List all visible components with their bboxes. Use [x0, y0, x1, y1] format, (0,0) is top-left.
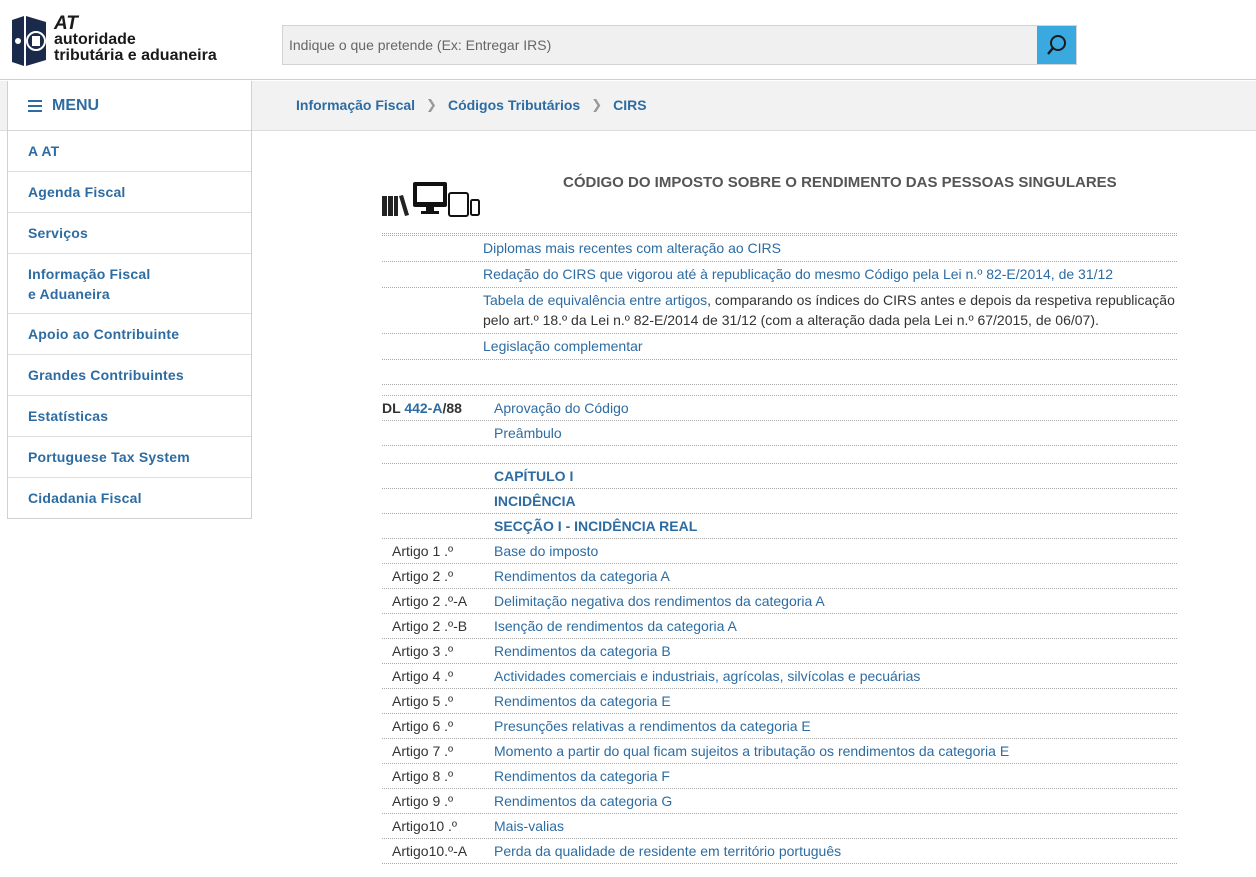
article-number: Artigo 1 .º	[392, 543, 454, 559]
table-row: SECÇÃO I - INCIDÊNCIA REAL	[382, 514, 1177, 539]
article-link[interactable]: Rendimentos da categoria B	[494, 641, 671, 661]
sidebar-item-informacao-fiscal[interactable]: Informação Fiscal e Aduaneira	[8, 254, 178, 314]
article-number: Artigo 2 .º-B	[392, 618, 468, 634]
at-logo[interactable]: AT autoridade tributária e aduaneira	[8, 12, 223, 72]
breadcrumb-chevron-icon: ❯	[426, 97, 437, 112]
search-box	[282, 25, 1077, 65]
dl-reference: DL 442-A/88	[382, 398, 494, 418]
heading-seccao[interactable]: SECÇÃO I - INCIDÊNCIA REAL	[494, 516, 697, 536]
dl-prefix: DL	[382, 400, 405, 416]
article-link[interactable]: Actividades comerciais e industriais, ag…	[494, 666, 920, 686]
article-link[interactable]: Momento a partir do qual ficam sujeitos …	[494, 741, 1009, 761]
article-number: Artigo10 .º	[392, 818, 458, 834]
article-link[interactable]: Rendimentos da categoria F	[494, 766, 670, 786]
article-link[interactable]: Delimitação negativa dos rendimentos da …	[494, 591, 825, 611]
logo-line-2: autoridade	[54, 31, 136, 48]
content-list: Diplomas mais recentes com alteração ao …	[382, 233, 1177, 864]
article-number: Artigo 6 .º	[392, 718, 454, 734]
sidebar-item-servicos[interactable]: Serviços	[8, 213, 251, 254]
sidebar-item-cidadania-fiscal[interactable]: Cidadania Fiscal	[8, 478, 251, 518]
link-preambulo[interactable]: Preâmbulo	[494, 423, 562, 443]
site-header: AT autoridade tributária e aduaneira	[0, 0, 1256, 80]
article-number: Artigo10.º-A	[392, 843, 468, 859]
table-row: Artigo 3 .º Rendimentos da categoria B	[382, 639, 1177, 664]
sidebar-item-a-at[interactable]: A AT	[8, 131, 251, 172]
breadcrumb-informacao-fiscal[interactable]: Informação Fiscal	[296, 97, 415, 113]
logo-line-1: AT	[54, 13, 78, 34]
article-link[interactable]: Rendimentos da categoria G	[494, 791, 672, 811]
article-link[interactable]: Mais-valias	[494, 816, 564, 836]
devices-icon	[382, 182, 480, 217]
table-row: INCIDÊNCIA	[382, 489, 1177, 514]
spacer-row	[382, 446, 1177, 464]
table-row: Artigo 6 .º Presunções relativas a rendim…	[382, 714, 1177, 739]
article-link[interactable]: Presunções relativas a rendimentos da ca…	[494, 716, 811, 736]
list-item: Legislação complementar	[382, 334, 1177, 360]
dl-number-link[interactable]: 442-A	[404, 400, 442, 416]
article-number: Artigo 2 .º	[392, 568, 454, 584]
logo-text: AT autoridade tributária e aduaneira	[54, 13, 217, 64]
link-legislacao-complementar[interactable]: Legislação complementar	[483, 336, 643, 356]
table-row: CAPÍTULO I	[382, 464, 1177, 489]
breadcrumb-codigos-tributarios[interactable]: Códigos Tributários	[448, 97, 580, 113]
table-row: Artigo10.º-A Perda da qualidade de reside…	[382, 839, 1177, 864]
table-row: DL 442-A/88 Aprovação do Código	[382, 396, 1177, 421]
article-link[interactable]: Perda da qualidade de residente em terri…	[494, 841, 841, 861]
menu-label: MENU	[52, 96, 100, 114]
list-item: Redação do CIRS que vigorou até à republ…	[382, 262, 1177, 288]
breadcrumb: Informação Fiscal ❯ Códigos Tributários …	[296, 97, 647, 113]
sidebar-menu: MENU A AT Agenda Fiscal Serviços Informa…	[7, 81, 252, 519]
table-row: Artigo 7 .º Momento a partir do qual fica…	[382, 739, 1177, 764]
article-number: Artigo 4 .º	[392, 668, 454, 684]
heading-incidencia[interactable]: INCIDÊNCIA	[494, 491, 576, 511]
table-row: Artigo 5 .º Rendimentos da categoria E	[382, 689, 1177, 714]
table-row: Artigo10 .º Mais-valias	[382, 814, 1177, 839]
list-item: Tabela de equivalência entre artigos, co…	[382, 288, 1177, 334]
table-row: Artigo 2 .º-B Isenção de rendimentos da c…	[382, 614, 1177, 639]
menu-toggle[interactable]: MENU	[8, 81, 251, 131]
sidebar-item-agenda-fiscal[interactable]: Agenda Fiscal	[8, 172, 251, 213]
page-title: CÓDIGO DO IMPOSTO SOBRE O RENDIMENTO DAS…	[563, 174, 1117, 191]
table-row: Artigo 2 .º-A Delimitação negativa dos re…	[382, 589, 1177, 614]
logo-line-3: tributária e aduaneira	[54, 47, 217, 64]
search-button[interactable]	[1037, 26, 1076, 64]
article-link[interactable]: Rendimentos da categoria A	[494, 566, 670, 586]
link-tabela-equivalencia[interactable]: Tabela de equivalência entre artigos	[483, 292, 707, 308]
articles-list: Artigo 1 .º Base do imposto Artigo 2 .º Ren…	[382, 539, 1177, 864]
table-row: Artigo 1 .º Base do imposto	[382, 539, 1177, 564]
hamburger-icon	[28, 97, 42, 115]
article-number: Artigo 5 .º	[392, 693, 454, 709]
heading-capitulo[interactable]: CAPÍTULO I	[494, 466, 573, 486]
article-number: Artigo 2 .º-A	[392, 593, 468, 609]
article-number: Artigo 9 .º	[392, 793, 454, 809]
sidebar-item-apoio-contribuinte[interactable]: Apoio ao Contribuinte	[8, 314, 251, 355]
link-redacao-cirs[interactable]: Redação do CIRS que vigorou até à republ…	[483, 264, 1113, 284]
link-diplomas-recentes[interactable]: Diplomas mais recentes com alteração ao …	[483, 238, 781, 258]
list-item: Diplomas mais recentes com alteração ao …	[382, 236, 1177, 262]
table-row: Preâmbulo	[382, 421, 1177, 446]
search-icon	[1047, 35, 1066, 55]
sidebar-item-grandes-contribuintes[interactable]: Grandes Contribuintes	[8, 355, 251, 396]
article-link[interactable]: Rendimentos da categoria E	[494, 691, 671, 711]
table-row: Artigo 4 .º Actividades comerciais e indu…	[382, 664, 1177, 689]
article-number: Artigo 7 .º	[392, 743, 454, 759]
dl-suffix: /88	[442, 400, 462, 416]
sidebar-item-estatisticas[interactable]: Estatísticas	[8, 396, 251, 437]
sidebar-item-portuguese-tax-system[interactable]: Portuguese Tax System	[8, 437, 251, 478]
article-link[interactable]: Isenção de rendimentos da categoria A	[494, 616, 737, 636]
table-row: Artigo 8 .º Rendimentos da categoria F	[382, 764, 1177, 789]
table-row: Artigo 2 .º Rendimentos da categoria A	[382, 564, 1177, 589]
at-emblem-icon	[12, 16, 46, 66]
breadcrumb-cirs[interactable]: CIRS	[613, 97, 646, 113]
table-row: Artigo 9 .º Rendimentos da categoria G	[382, 789, 1177, 814]
spacer-row	[382, 360, 1177, 385]
breadcrumb-chevron-icon: ❯	[591, 97, 603, 112]
article-number: Artigo 3 .º	[392, 643, 454, 659]
search-input[interactable]	[283, 26, 1039, 64]
article-link[interactable]: Base do imposto	[494, 541, 598, 561]
article-number: Artigo 8 .º	[392, 768, 454, 784]
link-aprovacao-codigo[interactable]: Aprovação do Código	[494, 398, 629, 418]
